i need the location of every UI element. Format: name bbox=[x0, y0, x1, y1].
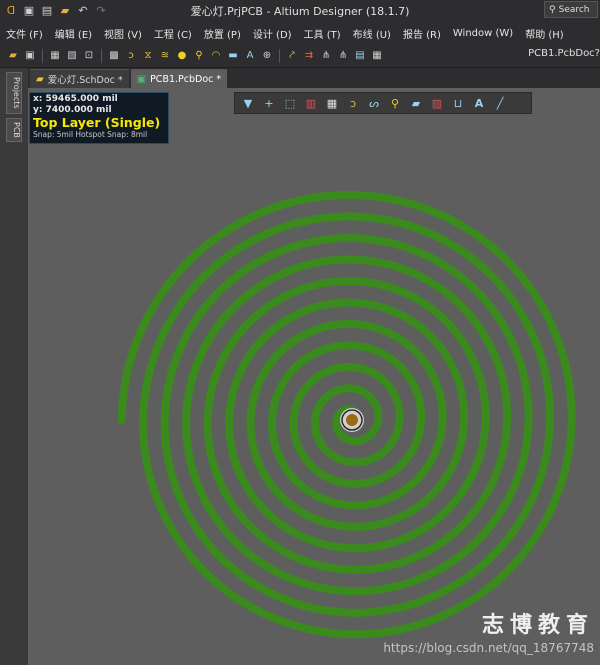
pad-hole bbox=[346, 414, 358, 426]
tab-pcbdoc[interactable]: ▣ PCB1.PcbDoc * bbox=[130, 69, 228, 88]
tab-projects[interactable]: Projects bbox=[6, 72, 22, 114]
title-bar: ᗡ ▣ ▤ ▰ ↶ ↷ 爱心灯.PrjPCB - Altium Designer… bbox=[0, 0, 600, 22]
open-icon[interactable]: ▰ bbox=[6, 49, 20, 63]
tab-pcb[interactable]: PCB bbox=[6, 118, 22, 142]
select-icon[interactable]: ⤤ bbox=[285, 49, 299, 63]
zoom-fit-icon[interactable]: ⊡ bbox=[82, 49, 96, 63]
toolbar-separator bbox=[42, 48, 43, 63]
grid-icon[interactable]: ▩ bbox=[107, 49, 121, 63]
tab-label: PCB1.PcbDoc * bbox=[150, 73, 222, 85]
pcb-doc-icon: ▣ bbox=[136, 73, 147, 85]
pad-icon[interactable]: ● bbox=[175, 49, 189, 63]
diff-pair-icon[interactable]: ⧖ bbox=[141, 49, 155, 63]
document-tab-bar: ▰ 爱心灯.SchDoc * ▣ PCB1.PcbDoc * bbox=[28, 68, 600, 88]
dimension-icon[interactable]: ⊔ bbox=[450, 95, 466, 111]
menu-edit[interactable]: 编辑 (E) bbox=[49, 26, 98, 41]
menu-help[interactable]: 帮助 (H) bbox=[519, 26, 570, 41]
multi-route-icon[interactable]: ≋ bbox=[158, 49, 172, 63]
heads-up-display: x: 59465.000 mil y: 7400.000 mil Top Lay… bbox=[29, 92, 169, 144]
hud-snap: Snap: 5mil Hotspot Snap: 8mil bbox=[33, 130, 148, 139]
menu-window[interactable]: Window (W) bbox=[447, 28, 519, 39]
string-icon[interactable]: A bbox=[471, 95, 487, 111]
hud-x-coordinate: x: 59465.000 mil bbox=[33, 94, 118, 104]
interactive-route-icon[interactable]: ↄ bbox=[345, 95, 361, 111]
schematic-doc-icon: ▰ bbox=[36, 73, 44, 85]
room-icon[interactable]: ⋔ bbox=[336, 49, 350, 63]
toolbar-separator bbox=[279, 48, 280, 63]
search-icon: ⚲ bbox=[549, 4, 556, 15]
menu-project[interactable]: 工程 (C) bbox=[148, 26, 198, 41]
move-icon[interactable]: ⇉ bbox=[302, 49, 316, 63]
pcb-document-combo[interactable]: PCB1.PcbDoc? bbox=[528, 48, 600, 59]
save-icon[interactable]: ▣ bbox=[23, 49, 37, 63]
watermark-text: 志博教育 bbox=[481, 613, 594, 638]
via-place-icon[interactable]: ⚲ bbox=[387, 95, 403, 111]
tab-schdoc[interactable]: ▰ 爱心灯.SchDoc * bbox=[30, 69, 129, 88]
menu-view[interactable]: 视图 (V) bbox=[98, 26, 148, 41]
main-toolbar: ▰ ▣ ▦ ▧ ⊡ ▩ ↄ ⧖ ≋ ● ⚲ ◠ ▬ A ⊕ ⤤ ⇉ ⋔ ⋔ ▤ … bbox=[0, 44, 600, 68]
text-icon[interactable]: A bbox=[243, 49, 257, 63]
watermark-url: https://blog.csdn.net/qq_18767748 bbox=[383, 641, 594, 655]
menu-route[interactable]: 布线 (U) bbox=[347, 26, 397, 41]
search-label: Search bbox=[558, 4, 590, 15]
component-icon[interactable]: ▤ bbox=[353, 49, 367, 63]
diff-pair-route-icon[interactable]: ᔕ bbox=[366, 95, 382, 111]
via-icon[interactable]: ⚲ bbox=[192, 49, 206, 63]
left-panel-strip: Projects PCB bbox=[0, 68, 29, 665]
tab-label: 爱心灯.SchDoc * bbox=[47, 75, 123, 86]
print-preview-icon[interactable]: ▧ bbox=[65, 49, 79, 63]
arc-icon[interactable]: ◠ bbox=[209, 49, 223, 63]
component-place-icon[interactable]: ▦ bbox=[324, 95, 340, 111]
crosshair-icon[interactable]: + bbox=[261, 95, 277, 111]
filter-icon[interactable]: ▼ bbox=[240, 95, 256, 111]
fill-icon[interactable]: ▬ bbox=[226, 49, 240, 63]
menu-file[interactable]: 文件 (F) bbox=[0, 26, 49, 41]
menu-design[interactable]: 设计 (D) bbox=[247, 26, 298, 41]
hud-layer: Top Layer (Single) bbox=[33, 115, 161, 130]
menu-reports[interactable]: 报告 (R) bbox=[397, 26, 447, 41]
keepout-icon[interactable]: ▨ bbox=[429, 95, 445, 111]
menu-tools[interactable]: 工具 (T) bbox=[298, 26, 347, 41]
active-bar: ▼ + ⬚ ▥ ▦ ↄ ᔕ ⚲ ▰ ▨ ⊔ A ╱ bbox=[234, 92, 532, 114]
toolbar-separator bbox=[101, 48, 102, 63]
coordinate-icon[interactable]: ⊕ bbox=[260, 49, 274, 63]
grid-settings-icon[interactable]: ▦ bbox=[370, 49, 384, 63]
menu-place[interactable]: 放置 (P) bbox=[198, 26, 247, 41]
print-icon[interactable]: ▦ bbox=[48, 49, 62, 63]
menu-bar: 文件 (F) 编辑 (E) 视图 (V) 工程 (C) 放置 (P) 设计 (D… bbox=[0, 22, 600, 45]
window-title: 爱心灯.PrjPCB - Altium Designer (18.1.7) bbox=[190, 5, 410, 18]
align-icon[interactable]: ⋔ bbox=[319, 49, 333, 63]
pcb-board-svg bbox=[117, 190, 576, 639]
search-button[interactable]: ⚲ Search bbox=[544, 1, 598, 18]
route-icon[interactable]: ↄ bbox=[124, 49, 138, 63]
line-icon[interactable]: ╱ bbox=[492, 95, 508, 111]
polygon-icon[interactable]: ▰ bbox=[408, 95, 424, 111]
align-bars-icon[interactable]: ▥ bbox=[303, 95, 319, 111]
select-rect-icon[interactable]: ⬚ bbox=[282, 95, 298, 111]
pcb-canvas[interactable] bbox=[28, 88, 600, 665]
